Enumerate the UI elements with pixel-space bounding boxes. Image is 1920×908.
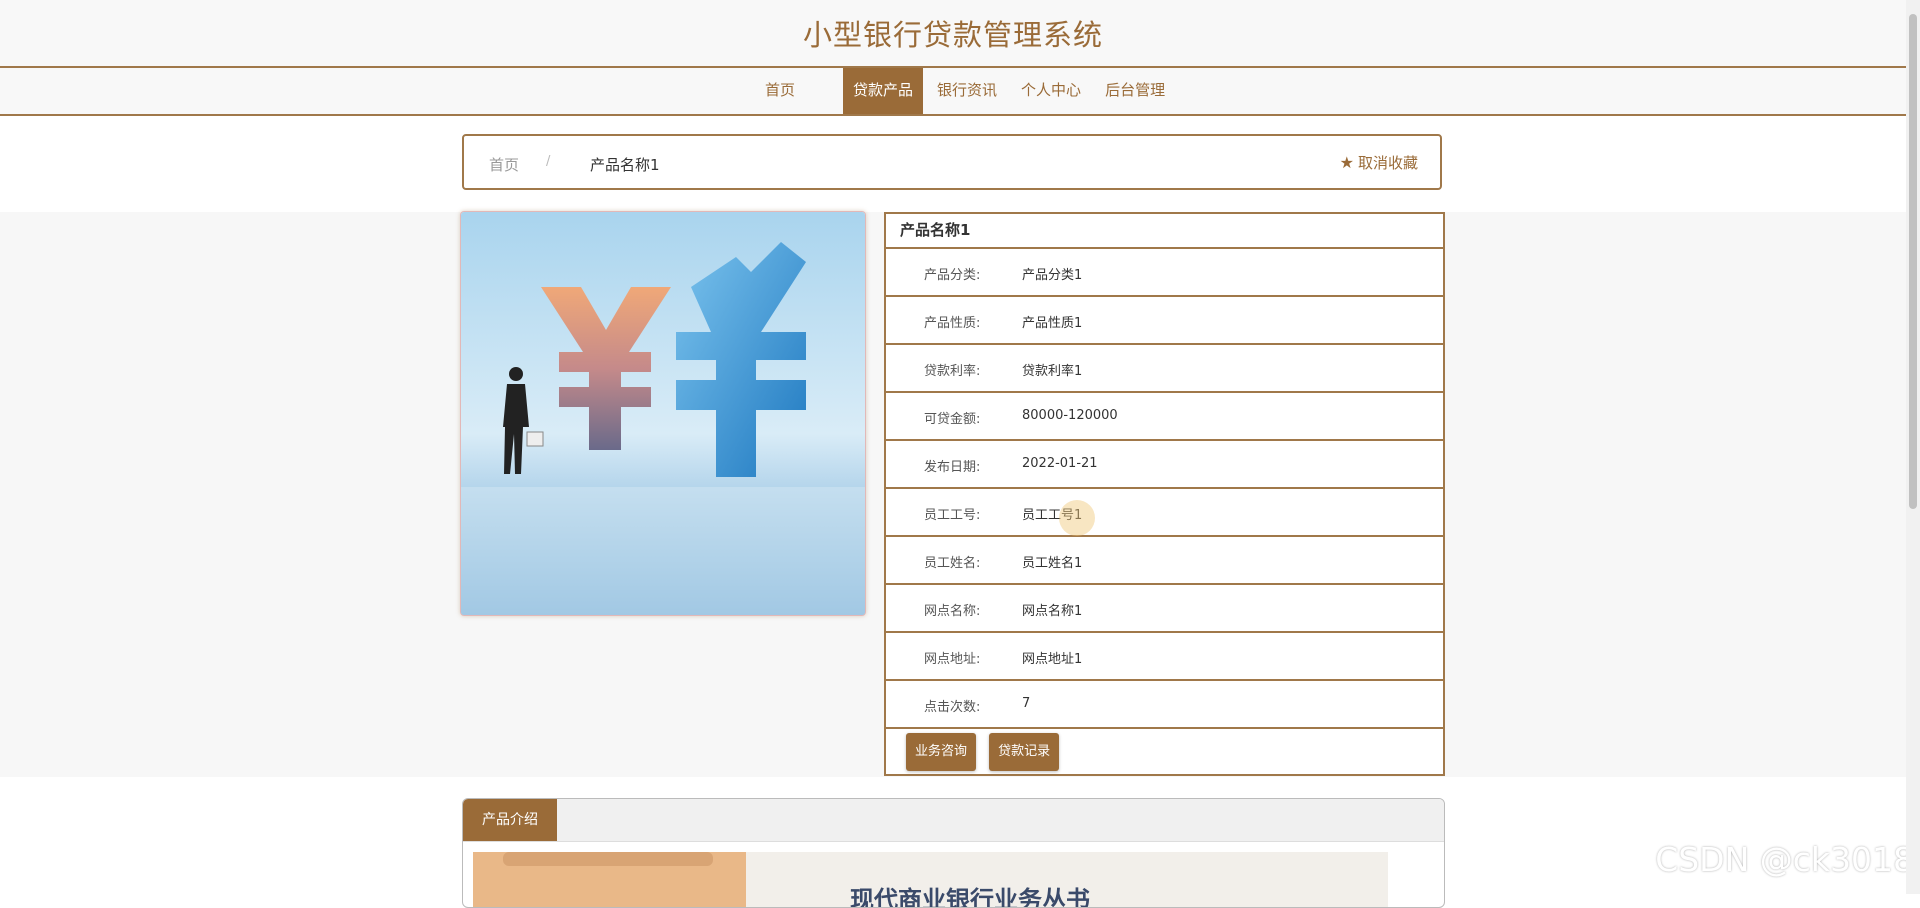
product-detail-table: 产品名称1 产品分类: 产品分类1 产品性质: 产品性质1 贷款利率: 贷款利率…	[884, 212, 1445, 776]
detail-label: 产品分类:	[924, 268, 981, 283]
detail-row-branch-name: 网点名称: 网点名称1	[886, 585, 1443, 633]
detail-value: 网点名称1	[1022, 604, 1083, 619]
star-icon: ★	[1339, 153, 1354, 172]
detail-label: 员工姓名:	[924, 556, 981, 571]
nav-item-home[interactable]: 首页	[755, 68, 805, 114]
unfavorite-label: 取消收藏	[1357, 154, 1418, 172]
product-intro-panel: 产品介绍 现代商业银行业务丛书	[462, 798, 1445, 908]
detail-row-employee-name: 员工姓名: 员工姓名1	[886, 537, 1443, 585]
header: 小型银行贷款管理系统	[0, 0, 1906, 68]
breadcrumb-separator: /	[546, 154, 551, 169]
detail-label: 发布日期:	[924, 460, 981, 475]
detail-row-click-count: 点击次数: 7	[886, 681, 1443, 729]
detail-row-publish-date: 发布日期: 2022-01-21	[886, 441, 1443, 489]
detail-row-category: 产品分类: 产品分类1	[886, 249, 1443, 297]
main-nav: 首页 贷款产品 银行资讯 个人中心 后台管理	[0, 68, 1906, 116]
breadcrumb: 首页 / 产品名称1 ★ 取消收藏	[462, 134, 1442, 190]
breadcrumb-current: 产品名称1	[590, 156, 660, 174]
detail-value: 80000-120000	[1022, 408, 1118, 423]
consult-button[interactable]: 业务咨询	[906, 733, 977, 771]
detail-label: 贷款利率:	[924, 364, 981, 379]
unfavorite-button[interactable]: ★ 取消收藏	[1340, 152, 1418, 173]
loan-record-button[interactable]: 贷款记录	[989, 733, 1060, 771]
detail-row-employee-id: 员工工号: 员工工号1	[886, 489, 1443, 537]
detail-value: 7	[1022, 696, 1031, 711]
product-title: 产品名称1	[886, 214, 1443, 249]
detail-label: 员工工号:	[924, 508, 981, 523]
detail-label: 网点地址:	[924, 652, 981, 667]
site-title: 小型银行贷款管理系统	[802, 18, 1103, 52]
nav-item-bank-news[interactable]: 银行资讯	[927, 68, 1007, 114]
detail-value: 产品性质1	[1022, 316, 1083, 331]
scrollbar-thumb[interactable]	[1909, 14, 1917, 509]
detail-value: 员工姓名1	[1022, 556, 1083, 571]
detail-label: 可贷金额:	[924, 412, 981, 427]
intro-image: 现代商业银行业务丛书	[473, 852, 1388, 908]
intro-image-caption: 现代商业银行业务丛书	[850, 886, 1090, 908]
breadcrumb-home[interactable]: 首页	[489, 154, 519, 175]
detail-label: 网点名称:	[924, 604, 981, 619]
detail-value: 网点地址1	[1022, 652, 1083, 667]
detail-value: 产品分类1	[1022, 268, 1083, 283]
watermark: CSDN @ck3018	[1655, 840, 1914, 879]
detail-value: 贷款利率1	[1022, 364, 1083, 379]
intro-tabs: 产品介绍	[463, 799, 1444, 842]
mouse-cursor-highlight	[1059, 500, 1095, 536]
tab-product-intro[interactable]: 产品介绍	[463, 799, 557, 841]
action-buttons: 业务咨询 贷款记录	[886, 729, 1443, 771]
product-image	[460, 211, 866, 616]
detail-row-branch-address: 网点地址: 网点地址1	[886, 633, 1443, 681]
nav-item-personal-center[interactable]: 个人中心	[1011, 68, 1091, 114]
page-scrollbar[interactable]	[1906, 0, 1920, 894]
detail-row-loan-amount: 可贷金额: 80000-120000	[886, 393, 1443, 441]
detail-row-interest-rate: 贷款利率: 贷款利率1	[886, 345, 1443, 393]
nav-item-admin[interactable]: 后台管理	[1095, 68, 1175, 114]
detail-row-nature: 产品性质: 产品性质1	[886, 297, 1443, 345]
detail-value: 2022-01-21	[1022, 456, 1098, 471]
nav-item-loan-products[interactable]: 贷款产品	[843, 68, 924, 114]
detail-label: 点击次数:	[924, 700, 981, 715]
detail-label: 产品性质:	[924, 316, 981, 331]
